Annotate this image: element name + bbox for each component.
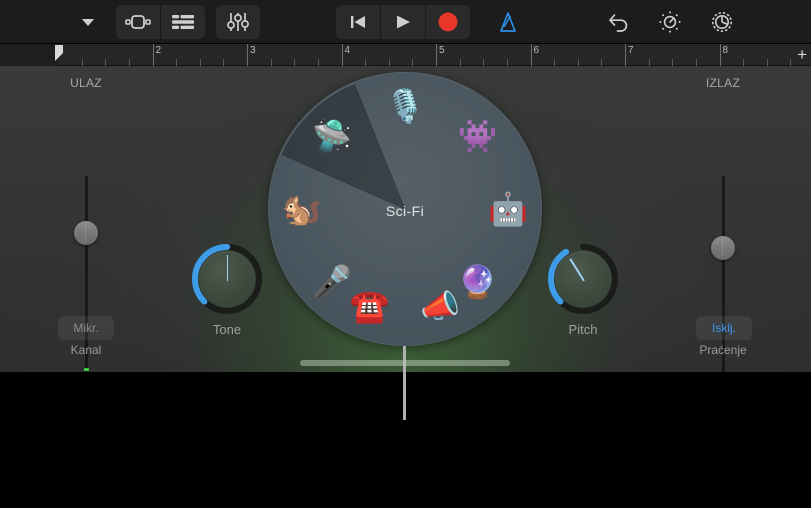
ruler-sub-tick (601, 59, 603, 66)
track-list-icon (172, 14, 194, 30)
play-button[interactable] (381, 5, 425, 39)
toolbar (0, 0, 811, 44)
view-tracks-button[interactable] (161, 5, 205, 39)
ruler-bar-number: 3 (250, 45, 256, 56)
rewind-button[interactable] (336, 5, 380, 39)
transport-group (336, 5, 470, 39)
output-monitor-button[interactable]: Isklj. (696, 316, 752, 340)
ruler-sub-tick (270, 59, 272, 66)
ruler-sub-tick (365, 59, 367, 66)
ruler-sub-tick (105, 59, 107, 66)
ruler-sub-tick (554, 59, 556, 66)
play-icon (393, 13, 413, 31)
tone-knob-pointer (226, 255, 228, 281)
output-section: IZLAZ (663, 66, 783, 90)
undo-button[interactable] (597, 5, 641, 39)
mixer-sliders-icon (227, 12, 249, 32)
mixer-button[interactable] (216, 5, 260, 39)
input-title: ULAZ (70, 76, 102, 90)
output-title: IZLAZ (705, 76, 741, 90)
mixer-button-inner[interactable] (216, 5, 260, 39)
ruler-sub-tick (176, 59, 178, 66)
record-icon (437, 11, 459, 33)
ruler-header (0, 44, 58, 66)
fx-knob-icon (658, 10, 682, 34)
panel-drag-handle[interactable] (300, 360, 510, 366)
playhead-marker[interactable] (54, 45, 66, 65)
output-monitor-label: Praćenje (699, 343, 747, 357)
ruler-bar-number: 6 (533, 45, 540, 56)
view-instrument-button[interactable] (116, 5, 160, 39)
ruler-bar-number: 7 (628, 45, 634, 56)
wheel-item-megaphone[interactable]: 📣 (414, 280, 466, 332)
ruler-sub-tick (483, 59, 485, 66)
ruler-sub-tick (577, 59, 579, 66)
metronome-icon (497, 11, 519, 33)
settings-button[interactable] (700, 5, 744, 39)
mic-stand-upper (403, 346, 406, 372)
ruler-sub-tick (388, 59, 390, 66)
ruler-bar-number: 2 (155, 45, 162, 56)
voice-effects-screen: 2 3 4 5 6 7 8 + ULAZ Mikr. Kanal IZLAZ Isklj. … (0, 0, 811, 508)
timeline-ruler[interactable]: 2 3 4 5 6 7 8 + (0, 44, 811, 66)
input-channel-button[interactable]: Mikr. (58, 316, 114, 340)
wheel-item-chipmunk[interactable]: 🐿️ (276, 183, 328, 235)
ruler-bar-number: 4 (344, 45, 351, 56)
tone-knob[interactable] (189, 241, 265, 317)
ruler-sub-tick (294, 59, 296, 66)
input-channel-label: Kanal (70, 343, 102, 357)
ruler-sub-tick (648, 59, 650, 66)
ruler-bar-number: 5 (439, 45, 445, 56)
rewind-icon (348, 13, 368, 31)
ruler-sub-tick (672, 59, 674, 66)
ruler-bar-number: 8 (722, 45, 729, 56)
ruler-sub-tick (412, 59, 414, 66)
undo-icon (607, 11, 631, 33)
fx-button[interactable] (648, 5, 692, 39)
ruler-sub-tick (790, 59, 792, 66)
mic-stand-lower (403, 372, 406, 420)
effect-selector-wheel[interactable]: Sci-Fi 👾 🤖 🔮 📣 ☎️ 🎤 🐿️ 🛸 🎙️ (268, 72, 542, 346)
ruler-sub-tick (506, 59, 508, 66)
wheel-item-karaoke[interactable]: 🎤 (306, 256, 358, 308)
wheel-item-scifi-ufo[interactable]: 🛸 (306, 110, 358, 162)
metronome-button[interactable] (486, 5, 530, 39)
ruler-sub-tick (766, 59, 768, 66)
add-track-button[interactable]: + (797, 46, 807, 63)
input-level-indicator (84, 368, 89, 371)
pitch-knob[interactable] (545, 241, 621, 317)
nav-back-button[interactable] (66, 5, 110, 39)
ruler-sub-tick (223, 59, 225, 66)
view-toggle-group (116, 5, 205, 39)
gear-icon (709, 9, 735, 35)
wheel-item-robot[interactable]: 🤖 (482, 183, 534, 235)
record-button[interactable] (426, 5, 470, 39)
ruler-ticks[interactable]: 2 3 4 5 6 7 8 (58, 44, 811, 66)
wheel-item-monster[interactable]: 👾 (452, 110, 504, 162)
ruler-sub-tick (81, 59, 83, 66)
output-slider-knob[interactable] (711, 235, 735, 260)
wheel-item-clean-mic[interactable]: 🎙️ (379, 80, 431, 132)
ruler-sub-tick (317, 59, 319, 66)
effects-panel: ULAZ Mikr. Kanal IZLAZ Isklj. Praćenje T… (0, 66, 811, 372)
ruler-sub-tick (695, 59, 697, 66)
ruler-sub-tick (199, 59, 201, 66)
input-section: ULAZ (26, 66, 146, 90)
chevron-down-icon (78, 12, 98, 32)
ruler-sub-tick (459, 59, 461, 66)
ruler-sub-tick (743, 59, 745, 66)
ruler-sub-tick (128, 59, 130, 66)
instrument-view-icon (125, 13, 151, 31)
